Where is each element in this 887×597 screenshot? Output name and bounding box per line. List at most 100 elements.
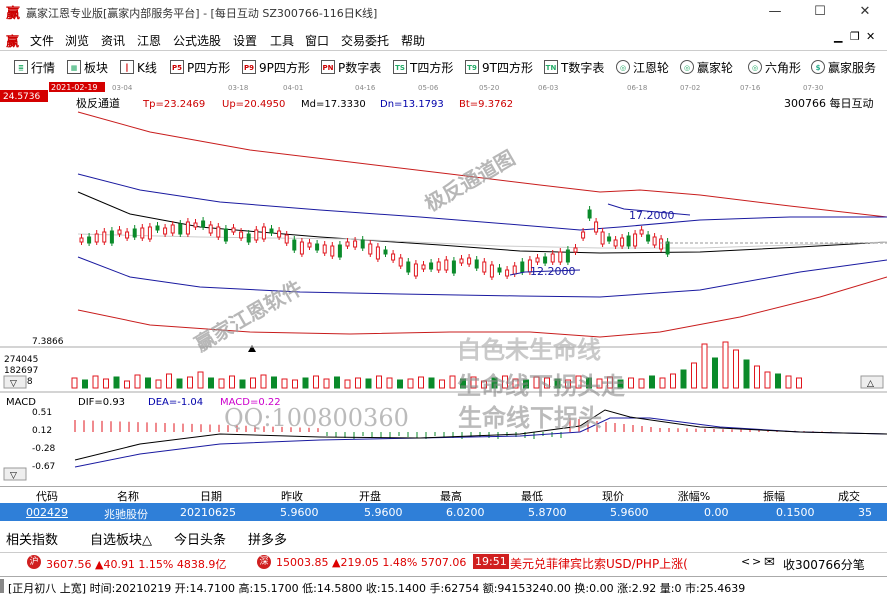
news-ticker[interactable]: 美元兑菲律宾比索USD/PHP上涨( <box>510 555 688 572</box>
tab-pdd[interactable]: 拼多多 <box>248 529 287 548</box>
cell-price: 5.9600 <box>610 506 649 519</box>
macd-dif: DIF=0.93 <box>78 397 125 408</box>
col-prev-close[interactable]: 昨收 <box>254 488 330 503</box>
tb-9p-square-button[interactable]: P9 9P四方形 <box>242 58 310 76</box>
menu-window[interactable]: 窗口 <box>305 32 329 49</box>
col-volume[interactable]: 成交 <box>814 488 884 503</box>
window-title: 赢家江恩专业版[赢家内部服务平台] - [每日互动 SZ300766-116日K… <box>26 7 378 20</box>
col-name[interactable]: 名称 <box>88 488 168 503</box>
candle-body <box>558 251 563 263</box>
gann-wheel-icon: ◎ <box>616 60 630 74</box>
menu-file[interactable]: 文件 <box>30 32 54 49</box>
cell-prev-close: 5.9600 <box>280 506 319 519</box>
menu-news[interactable]: 资讯 <box>101 32 125 49</box>
tb-service-button[interactable]: $ 赢家服务 <box>811 58 876 76</box>
volume-bar <box>197 371 204 389</box>
candle-body <box>163 227 168 235</box>
candle-body <box>398 257 403 267</box>
col-amplitude[interactable]: 振幅 <box>734 488 814 503</box>
cell-high: 6.0200 <box>446 506 485 519</box>
candle-body <box>269 228 274 234</box>
menu-help[interactable]: 帮助 <box>401 32 425 49</box>
sh-index-text[interactable]: 3607.56 ▲40.91 1.15% 4838.9亿 <box>46 556 226 572</box>
minimize-button[interactable]: — <box>760 2 790 22</box>
maximize-button[interactable]: ☐ <box>805 2 835 22</box>
tb-gann-wheel-button[interactable]: ◎ 江恩轮 <box>616 58 669 76</box>
tb-9t-square-button[interactable]: T9 9T四方形 <box>465 58 533 76</box>
param-md: Md=17.3330 <box>301 99 366 110</box>
time-tick: 07-16 <box>740 84 761 92</box>
cell-code[interactable]: 002429 <box>26 506 68 519</box>
tb-p-table-button[interactable]: PN P数字表 <box>321 58 381 76</box>
tab-related-index[interactable]: 相关指数 <box>6 529 58 548</box>
candle-body <box>520 261 525 273</box>
candle-body <box>626 235 631 247</box>
col-code[interactable]: 代码 <box>4 488 90 503</box>
tb-winner-wheel-button[interactable]: ◎ 赢家轮 <box>680 58 733 76</box>
menu-gann[interactable]: 江恩 <box>137 32 161 49</box>
tb-quotes-button[interactable]: ≣ 行情 <box>14 58 55 76</box>
candle-body <box>284 234 289 244</box>
bottom-channel-line <box>77 276 887 338</box>
tb-sector-button[interactable]: ▦ 板块 <box>67 58 108 76</box>
mail-icon[interactable]: ✉ <box>764 555 775 570</box>
candle-body <box>254 229 259 241</box>
menu-tools[interactable]: 工具 <box>270 32 294 49</box>
candle-body <box>383 249 388 255</box>
quotes-icon: ≣ <box>14 60 28 74</box>
vol-tick-2: 182697 <box>4 366 38 376</box>
tb-hexagon-button[interactable]: ◎ 六角形 <box>748 58 801 76</box>
volume-bar <box>649 375 655 389</box>
col-low[interactable]: 最低 <box>492 488 572 503</box>
volume-bar <box>754 365 760 389</box>
candle-body <box>482 261 487 273</box>
sz-index-text[interactable]: 15003.85 ▲219.05 1.48% 5707.06 <box>276 556 466 569</box>
9t-square-icon: T9 <box>465 60 479 74</box>
volume-bar <box>155 379 162 389</box>
col-change-pct[interactable]: 涨幅% <box>654 488 734 503</box>
macd-dea: DEA=-1.04 <box>148 397 203 408</box>
mdi-min-icon[interactable]: ▁ <box>834 30 842 43</box>
volume-bar <box>134 374 141 389</box>
col-open[interactable]: 开盘 <box>330 488 410 503</box>
menu-settings[interactable]: 设置 <box>233 32 257 49</box>
mdi-close-icon[interactable]: ✕ <box>866 30 875 43</box>
tab-watchlist[interactable]: 自选板块△ <box>90 529 152 548</box>
volume-bar <box>281 378 288 389</box>
tb-t-table-button[interactable]: TN T数字表 <box>544 58 604 76</box>
volume-bar <box>796 377 802 389</box>
tb-p-square-button[interactable]: P5 P四方形 <box>170 58 230 76</box>
candle-body <box>375 246 380 260</box>
tb-t-square-button[interactable]: TS T四方形 <box>393 58 453 76</box>
ticks-link[interactable]: 收300766分笔 <box>783 556 865 573</box>
scroll-right-icon[interactable]: < <box>741 555 750 568</box>
param-dn: Dn=13.1793 <box>380 99 444 110</box>
menu-browse[interactable]: 浏览 <box>65 32 89 49</box>
watermark-qq: QQ:100800360 <box>224 404 409 432</box>
mdi-restore-icon[interactable]: ❐ <box>850 30 860 43</box>
tb-kline-button[interactable]: ┃ K线 <box>120 58 157 76</box>
macd-tick-4: -0.67 <box>32 462 55 472</box>
price-tag: 24.5736 <box>3 92 40 102</box>
kline-chart[interactable]: 03-04 03-18 04-01 04-16 05-06 05-20 06-03 06-18… <box>0 82 887 482</box>
volume-bars <box>71 341 802 389</box>
volume-bar <box>418 376 424 389</box>
vol-tick-1: 274045 <box>4 355 38 365</box>
tab-headlines[interactable]: 今日头条 <box>174 529 226 548</box>
chevron-down-icon: ▽ <box>10 379 17 389</box>
news-time: 19:51 <box>473 554 509 569</box>
menu-formula[interactable]: 公式选股 <box>173 32 221 49</box>
sh-index-icon: 沪 <box>27 555 41 569</box>
candle-body <box>613 239 618 247</box>
close-button[interactable]: ✕ <box>850 2 880 22</box>
col-date[interactable]: 日期 <box>168 488 254 503</box>
menu-trade[interactable]: 交易委托 <box>341 32 389 49</box>
scroll-left-icon[interactable]: > <box>752 555 761 568</box>
time-tick: 07-30 <box>803 84 823 92</box>
candle-body <box>413 263 418 277</box>
candle-body <box>147 226 152 240</box>
col-price[interactable]: 现价 <box>572 488 654 503</box>
col-high[interactable]: 最高 <box>410 488 492 503</box>
param-up: Up=20.4950 <box>222 99 285 110</box>
candle-body <box>659 238 664 250</box>
